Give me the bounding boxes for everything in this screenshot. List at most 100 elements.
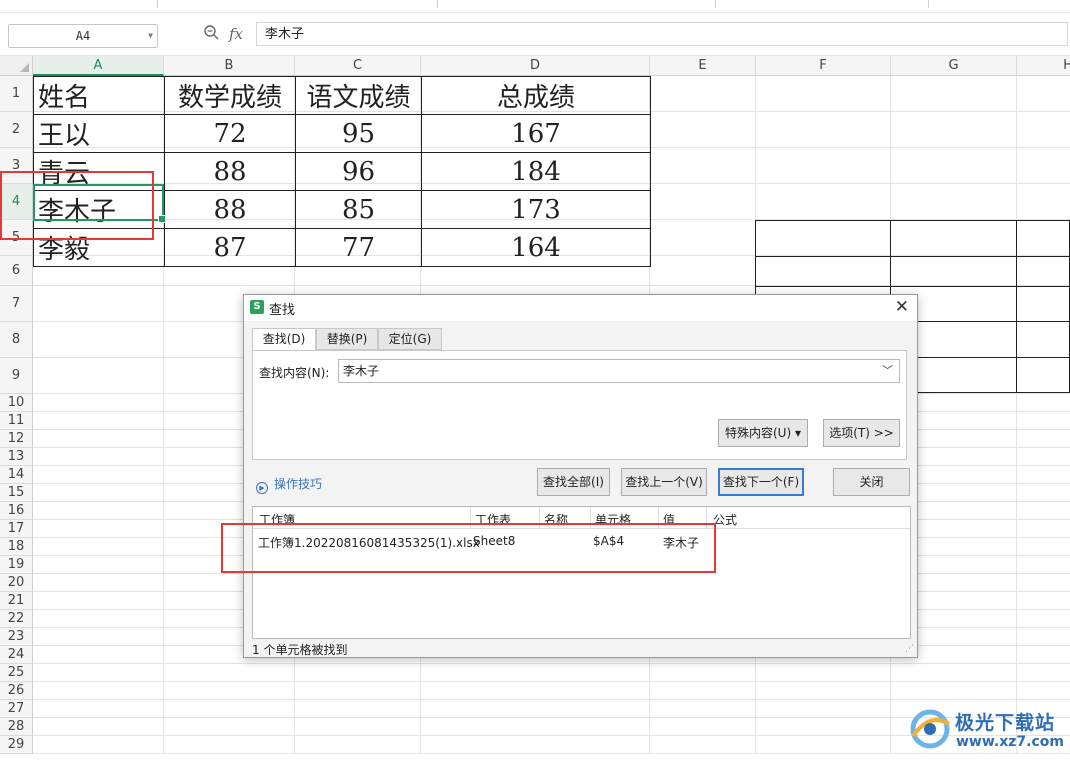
grid-cell[interactable] [756,682,891,700]
row-header-8[interactable]: 8 [0,322,33,358]
table-header-cell[interactable]: 数学成绩 [164,76,296,115]
grid-cell[interactable] [33,574,164,592]
close-button[interactable]: 关闭 [833,468,910,496]
table-cell[interactable]: 173 [421,190,651,229]
grid-cell[interactable] [756,76,891,112]
grid-cell[interactable] [295,664,421,682]
tab-find[interactable]: 查找(D) [252,328,316,351]
formula-input[interactable]: 李木子 [256,22,1068,46]
select-all-corner[interactable] [0,56,33,76]
grid-cell[interactable] [164,664,295,682]
row-header-15[interactable]: 15 [0,484,33,502]
row-header-12[interactable]: 12 [0,430,33,448]
grid-cell[interactable] [1017,646,1070,664]
table-cell[interactable]: 87 [164,228,296,267]
grid-cell[interactable] [1017,628,1070,646]
table-cell[interactable]: 88 [164,190,296,229]
row-header-19[interactable]: 19 [0,556,33,574]
grid-cell[interactable] [33,394,164,412]
grid-cell[interactable] [164,700,295,718]
table-cell[interactable]: 164 [421,228,651,267]
grid-cell[interactable] [33,556,164,574]
find-input[interactable]: 李木子 ﹀ [338,359,900,383]
grid-cell[interactable] [650,256,756,286]
close-icon[interactable]: ✕ [895,297,909,317]
row-header-7[interactable]: 7 [0,286,33,322]
grid-cell[interactable] [295,736,421,754]
grid-cell[interactable] [1017,412,1070,430]
table-cell[interactable]: 96 [295,152,422,191]
grid-cell[interactable] [33,448,164,466]
grid-cell[interactable] [33,484,164,502]
grid-cell[interactable] [1017,682,1070,700]
options-button[interactable]: 选项(T) >> [823,419,900,447]
grid-cell[interactable] [891,76,1017,112]
zoom-icon[interactable] [203,24,219,40]
grid-cell[interactable] [33,718,164,736]
row-header-20[interactable]: 20 [0,574,33,592]
grid-cell[interactable] [650,148,756,184]
grid-cell[interactable] [756,112,891,148]
table-cell[interactable]: 88 [164,152,296,191]
grid-cell[interactable] [164,682,295,700]
grid-cell[interactable] [295,718,421,736]
table-cell[interactable]: 王以 [33,114,165,153]
row-header-23[interactable]: 23 [0,628,33,646]
grid-cell[interactable] [1017,520,1070,538]
grid-cell[interactable] [650,682,756,700]
grid-cell[interactable] [33,430,164,448]
tips-link[interactable]: ▶ 操作技巧 [256,475,322,494]
special-content-button[interactable]: 特殊内容(U) ▾ [718,419,808,447]
grid-cell[interactable] [33,610,164,628]
grid-cell[interactable] [756,184,891,220]
grid-cell[interactable] [756,148,891,184]
row-header-17[interactable]: 17 [0,520,33,538]
grid-cell[interactable] [295,700,421,718]
row-header-29[interactable]: 29 [0,736,33,754]
grid-cell[interactable] [1017,538,1070,556]
tab-replace[interactable]: 替换(P) [316,328,378,350]
grid-cell[interactable] [33,286,164,322]
grid-cell[interactable] [756,700,891,718]
grid-cell[interactable] [891,682,1017,700]
row-header-16[interactable]: 16 [0,502,33,520]
row-header-25[interactable]: 25 [0,664,33,682]
table-cell[interactable]: 184 [421,152,651,191]
table-header-cell[interactable]: 语文成绩 [295,76,422,115]
column-header-e[interactable]: E [650,56,756,76]
grid-cell[interactable] [1017,76,1070,112]
grid-cell[interactable] [33,736,164,754]
table-cell[interactable]: 85 [295,190,422,229]
grid-cell[interactable] [756,718,891,736]
grid-cell[interactable] [421,700,650,718]
grid-cell[interactable] [33,646,164,664]
grid-cell[interactable] [164,736,295,754]
grid-cell[interactable] [33,628,164,646]
find-all-button[interactable]: 查找全部(I) [537,468,610,496]
grid-cell[interactable] [33,502,164,520]
grid-cell[interactable] [756,736,891,754]
grid-cell[interactable] [1017,556,1070,574]
row-header-1[interactable]: 1 [0,76,33,112]
column-header-c[interactable]: C [295,56,421,76]
table-cell[interactable]: 167 [421,114,651,153]
grid-cell[interactable] [650,718,756,736]
column-header-a[interactable]: A [33,56,164,76]
row-header-10[interactable]: 10 [0,394,33,412]
column-header-h[interactable]: H [1017,56,1070,76]
grid-cell[interactable] [421,664,650,682]
grid-cell[interactable] [33,682,164,700]
grid-cell[interactable] [33,664,164,682]
grid-cell[interactable] [1017,112,1070,148]
table-cell[interactable]: 72 [164,114,296,153]
row-header-22[interactable]: 22 [0,610,33,628]
find-previous-button[interactable]: 查找上一个(V) [621,468,707,496]
grid-cell[interactable] [650,700,756,718]
grid-cell[interactable] [33,592,164,610]
chevron-down-icon[interactable]: ▼ [148,25,153,47]
grid-cell[interactable] [650,664,756,682]
table-header-cell[interactable]: 姓名 [33,76,165,115]
grid-cell[interactable] [650,220,756,256]
grid-cell[interactable] [1017,466,1070,484]
row-header-6[interactable]: 6 [0,256,33,286]
